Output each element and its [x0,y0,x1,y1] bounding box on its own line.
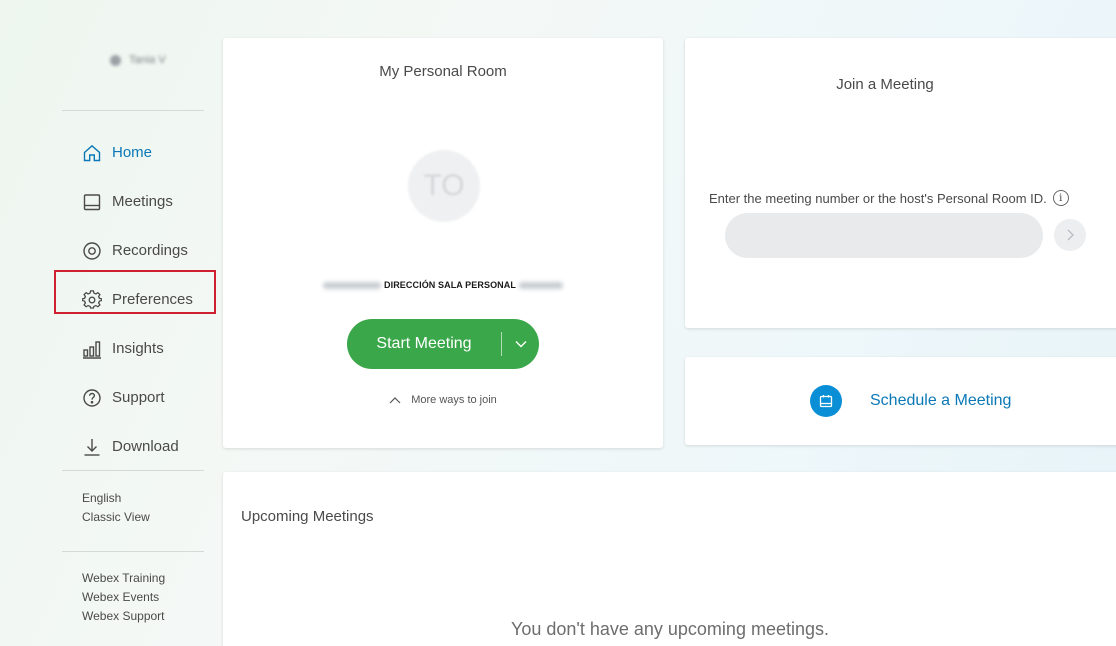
sidebar-item-meetings[interactable]: Meetings [82,177,193,226]
sidebar-item-label: Recordings [112,242,188,259]
preferences-highlight-box [54,270,216,314]
sidebar-item-label: Home [112,144,153,161]
classic-view-link[interactable]: Classic View [82,508,150,527]
bar-chart-icon [82,339,102,359]
more-ways-label: More ways to join [411,394,497,406]
join-go-button[interactable] [1054,219,1086,251]
schedule-meeting-label: Schedule a Meeting [870,392,1012,409]
more-ways-to-join-link[interactable]: More ways to join [223,394,663,406]
calendar-icon [810,385,842,417]
info-icon[interactable]: i [1052,190,1069,206]
info-glyph: i [1059,192,1063,204]
sidebar-item-label: Download [112,438,179,455]
chevron-up-icon [389,396,401,403]
user-avatar [110,54,121,66]
sidebar-item-support[interactable]: Support [82,373,193,422]
download-icon [82,437,102,457]
question-icon [82,388,102,408]
sidebar-item-label: Insights [112,340,164,357]
recording-icon [82,241,102,261]
chevron-down-icon[interactable] [502,340,539,348]
language-link[interactable]: English [82,489,150,508]
avatar-initials: TO [423,169,465,202]
blurred-url-segment [323,281,381,289]
sidebar-item-home[interactable]: Home [82,128,193,177]
footer-links: Webex Training Webex Events Webex Suppor… [82,569,165,626]
blurred-url-segment [518,281,563,289]
sidebar-item-recordings[interactable]: Recordings [82,226,193,275]
join-meeting-prompt: Enter the meeting number or the host's P… [709,190,1069,206]
schedule-meeting-card[interactable]: Schedule a Meeting [685,357,1116,445]
personal-room-url-label: DIRECCIÓN SALA PERSONAL [384,280,516,290]
sidebar-item-insights[interactable]: Insights [82,324,193,373]
sidebar-divider [62,551,204,552]
join-meeting-title: Join a Meeting [836,76,934,93]
join-prompt-text: Enter the meeting number or the host's P… [709,190,1047,206]
language-block: English Classic View [82,489,150,527]
user-name: Tania V [129,54,166,66]
calendar-icon [82,192,102,212]
personal-room-avatar: TO [408,150,480,222]
sidebar-divider [62,470,204,471]
start-meeting-button[interactable]: Start Meeting [347,319,539,369]
join-meeting-card: Join a Meeting Enter the meeting number … [685,38,1116,328]
personal-room-title: My Personal Room [379,63,507,80]
personal-room-card: My Personal Room TO DIRECCIÓN SALA PERSO… [223,38,663,448]
webex-events-link[interactable]: Webex Events [82,588,165,607]
user-menu[interactable]: Tania V [110,54,166,66]
webex-support-link[interactable]: Webex Support [82,607,165,626]
sidebar-item-label: Meetings [112,193,173,210]
sidebar-item-download[interactable]: Download [82,422,193,471]
upcoming-empty-message: You don't have any upcoming meetings. [511,619,829,639]
sidebar: Tania V Home Meetings Recordings Prefere… [0,0,216,646]
sidebar-divider [62,110,204,111]
sidebar-item-label: Support [112,389,165,406]
home-icon [82,143,102,163]
chevron-right-icon [1067,229,1074,241]
upcoming-meetings-title: Upcoming Meetings [241,508,374,525]
upcoming-meetings-card: Upcoming Meetings You don't have any upc… [223,472,1116,646]
start-meeting-label: Start Meeting [376,335,472,352]
meeting-number-input[interactable] [725,213,1043,258]
webex-training-link[interactable]: Webex Training [82,569,165,588]
personal-room-url[interactable]: DIRECCIÓN SALA PERSONAL [223,280,663,290]
